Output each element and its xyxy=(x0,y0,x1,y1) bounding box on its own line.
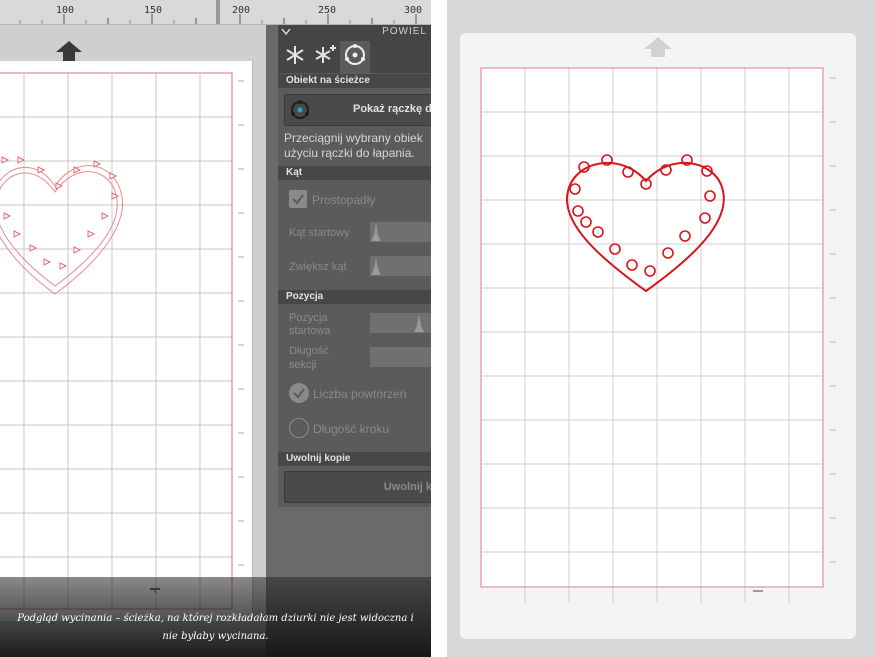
ruler-label: 150 xyxy=(144,5,163,16)
release-copies-button[interactable]: Uwolnij k xyxy=(284,471,431,503)
ruler-label: 100 xyxy=(56,5,75,16)
chevron-down-icon[interactable] xyxy=(280,27,292,37)
increase-angle-label: Zwiększ kąt xyxy=(289,261,347,273)
preview-mat xyxy=(460,33,856,639)
preview-mat-canvas xyxy=(480,37,836,603)
section-angle: Kąt xyxy=(278,166,431,180)
grab-handle-icon xyxy=(291,100,309,119)
ruler-label: 200 xyxy=(232,5,251,16)
checkmark-icon xyxy=(292,194,304,205)
step-length-radio[interactable] xyxy=(289,418,309,438)
feed-direction-arrow-icon xyxy=(56,41,82,61)
start-position-label-2: startowa xyxy=(289,325,331,337)
show-handle-label: Pokaż rączkę d xyxy=(353,103,431,115)
ruler-label: 250 xyxy=(318,5,337,16)
slider-handle-icon[interactable] xyxy=(370,257,382,275)
perpendicular-label: Prostopadły xyxy=(312,193,376,207)
step-length-label: Długość kroku xyxy=(313,422,390,436)
section-length-label-1: Długość xyxy=(289,345,329,357)
slider-handle-icon[interactable] xyxy=(370,223,382,241)
instructions-line-1: Przeciągnij wybrany obiek xyxy=(284,131,423,145)
caption-line-1: Podgląd wycinania – ścieżka, na której r… xyxy=(17,613,414,624)
replicate-arrange-icon[interactable] xyxy=(313,43,337,67)
repeat-count-label: Liczba powtórzeń xyxy=(313,387,407,401)
panel-title: POWIEL xyxy=(382,26,427,37)
repeat-count-radio[interactable] xyxy=(289,383,309,403)
path-guide xyxy=(0,171,118,287)
image-caption: Podgląd wycinania – ścieżka, na której r… xyxy=(0,577,431,657)
cutting-mat-panel xyxy=(0,25,266,657)
start-position-label-1: Pozycja xyxy=(289,312,328,324)
release-copies-label: Uwolnij k xyxy=(383,481,431,493)
slider-handle-icon[interactable] xyxy=(413,314,425,332)
start-position-slider[interactable] xyxy=(370,313,431,333)
show-handle-button[interactable]: Pokaż rączkę d xyxy=(284,94,431,126)
increase-angle-slider[interactable] xyxy=(370,256,431,276)
feed-direction-arrow-icon xyxy=(644,37,672,57)
instructions-line-2: użyciu rączki do łapania. xyxy=(284,146,415,160)
start-angle-label: Kąt startowy xyxy=(289,227,350,239)
mat-grid xyxy=(0,72,244,610)
replicate-on-path-icon[interactable] xyxy=(343,43,367,67)
design-view: 100 150 200 250 300 POWIEL Obiekt na ści… xyxy=(0,0,431,657)
section-object-on-path: Obiekt na ścieżce xyxy=(278,74,431,88)
section-length-label-2: sekcji xyxy=(289,359,317,371)
top-ruler: 100 150 200 250 300 xyxy=(0,0,431,25)
cut-preview-view xyxy=(447,0,876,657)
checkmark-icon xyxy=(293,388,305,399)
ruler-label: 300 xyxy=(404,5,423,16)
perpendicular-checkbox[interactable] xyxy=(289,190,307,208)
cutting-mat[interactable] xyxy=(0,61,253,621)
panel-toolbar: POWIEL xyxy=(278,25,431,73)
replicate-burst-icon[interactable] xyxy=(283,43,307,67)
start-angle-slider[interactable] xyxy=(370,222,431,242)
caption-line-2: nie byłaby wycinana. xyxy=(162,631,269,642)
ruler-handle[interactable] xyxy=(216,0,220,24)
section-length-slider[interactable] xyxy=(370,347,431,367)
replicate-panel: POWIEL Obiekt na ścieżce Pokaż rączkę d xyxy=(278,25,431,507)
section-release-copies: Uwolnij kopie xyxy=(278,452,431,466)
section-position: Pozycja xyxy=(278,290,431,304)
